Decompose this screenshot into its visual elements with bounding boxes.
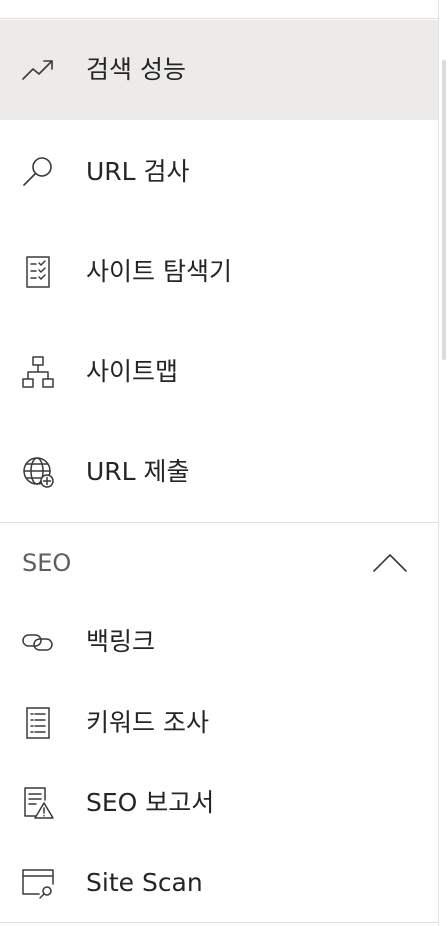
- nav-item-label: Site Scan: [86, 868, 203, 897]
- nav-item-backlinks[interactable]: 백링크: [0, 602, 438, 682]
- nav-item-submit-urls[interactable]: URL 제출: [0, 422, 438, 522]
- checklist-icon: [20, 254, 56, 290]
- seo-section-header[interactable]: SEO: [0, 522, 438, 603]
- scrollbar[interactable]: [442, 60, 446, 360]
- nav-item-label: 검색 성능: [86, 55, 186, 84]
- globe-add-icon: [20, 454, 56, 490]
- nav-item-url-inspection[interactable]: URL 검사: [0, 122, 438, 222]
- trending-up-icon: [20, 52, 56, 88]
- link-icon: [20, 624, 56, 660]
- section-title: SEO: [22, 549, 72, 577]
- document-list-icon: [20, 705, 56, 741]
- nav-item-label: 키워드 조사: [86, 708, 209, 737]
- chevron-up-icon[interactable]: [370, 551, 410, 575]
- sitemap-icon: [20, 354, 56, 390]
- browser-search-icon: [20, 865, 56, 901]
- left-navigation: 검색 성능 URL 검사 사이트 탐색기 사이트맵 URL 제출 SEO 백링크…: [0, 0, 439, 926]
- nav-item-label: URL 제출: [86, 457, 190, 486]
- nav-item-site-scan[interactable]: Site Scan: [0, 843, 438, 923]
- bottom-divider: [0, 922, 438, 923]
- nav-item-search-performance[interactable]: 검색 성능: [0, 20, 438, 120]
- nav-item-keyword-research[interactable]: 키워드 조사: [0, 683, 438, 763]
- report-warning-icon: [20, 785, 56, 821]
- nav-item-seo-reports[interactable]: SEO 보고서: [0, 763, 438, 843]
- nav-item-label: 백링크: [86, 627, 156, 656]
- nav-item-label: URL 검사: [86, 157, 190, 186]
- search-icon: [20, 154, 56, 190]
- top-divider: [0, 18, 438, 19]
- nav-item-label: 사이트 탐색기: [86, 257, 232, 286]
- nav-item-label: SEO 보고서: [86, 788, 215, 817]
- nav-item-site-explorer[interactable]: 사이트 탐색기: [0, 222, 438, 322]
- nav-item-label: 사이트맵: [86, 357, 179, 386]
- nav-item-sitemaps[interactable]: 사이트맵: [0, 322, 438, 422]
